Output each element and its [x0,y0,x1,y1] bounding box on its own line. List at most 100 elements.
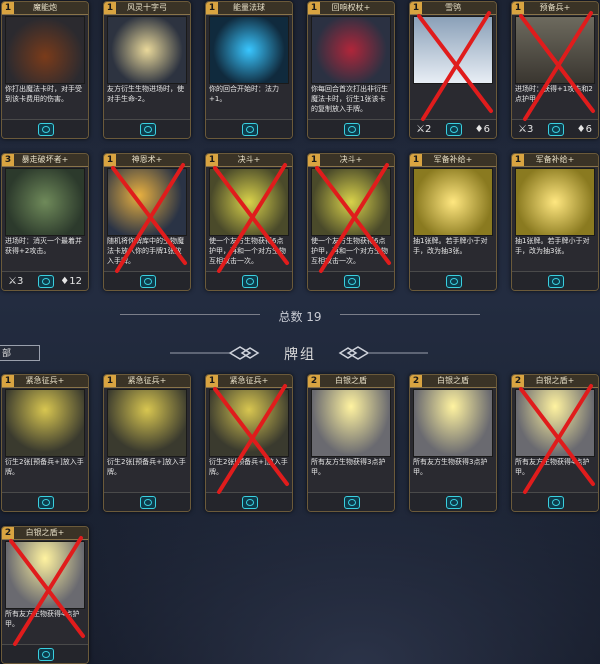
card-art-image [5,168,85,236]
health-stat: ♦12 [60,276,82,287]
card-name: 军备补给+ [410,154,496,167]
attack-stat: ⚔2 [416,124,432,135]
collection-card[interactable]: 回响权杖+ 1 你每回合首次打出非衍生魔法卡时，衍生1张该卡的复制放入手牌。 [307,1,395,139]
card-description: 你的回合开始时：法力+1。 [209,85,279,103]
collection-card[interactable]: 决斗+ 1 使一个友方生物获得6点护甲，再和一个对方生物互相攻击一次。 [205,153,293,291]
card-cost: 2 [512,375,524,387]
collection-card[interactable]: 神恩术+ 1 随机将你牌库中的生物魔法卡放入你的手牌1张放入手牌。 [103,153,191,291]
card-art-image [515,16,595,84]
card-description: 使一个友方生物获得6点护甲，再和一个对方生物互相攻击一次。 [209,237,286,265]
card-cost: 1 [512,2,524,14]
deck-card[interactable]: 白银之盾 2 所有友方生物获得3点护甲。 [409,374,497,512]
card-footer [410,271,496,290]
spell-type-icon [344,496,360,509]
card-description: 你打出魔法卡时，对手受到该卡费用的伤害。 [5,85,82,103]
card-description: 友方衍生生物进场时，使对手生命-2。 [107,85,184,103]
card-name: 回响权杖+ [308,2,394,15]
spell-type-icon [344,275,360,288]
collection-card[interactable]: 能量法球 1 你的回合开始时：法力+1。 [205,1,293,139]
collection-card[interactable]: 决斗+ 1 使一个友方生物获得6点护甲，再和一个对方生物互相攻击一次。 [307,153,395,291]
card-art-image [515,168,595,236]
card-name: 暴走破坏者+ [2,154,88,167]
collection-card[interactable]: 军备补给+ 1 抽1张牌。若手牌小于对手，改为抽3张。 [511,153,599,291]
collection-card[interactable]: 预备兵+ 1 进场时：获得+1攻击和2点护甲。 ⚔3 ♦6 [511,1,599,139]
card-cost: 1 [104,2,116,14]
deck-title: 牌组 [284,347,316,363]
card-cost: 1 [410,154,422,166]
card-footer [2,644,88,663]
card-name: 紧急征兵+ [104,375,190,388]
collection-card[interactable]: 风灵十字弓 1 友方衍生生物进场时，使对手生命-2。 [103,1,191,139]
card-description: 抽1张牌。若手牌小于对手，改为抽3张。 [515,237,590,255]
total-count: 总数 19 [278,310,322,324]
spell-type-icon [140,123,156,136]
card-description: 抽1张牌。若手牌小于对手，改为抽3张。 [413,237,488,255]
card-description: 衍生2张[预备兵+]放入手牌。 [209,458,288,476]
card-name: 紧急征兵+ [2,375,88,388]
card-cost: 1 [206,2,218,14]
card-description: 所有友方生物获得4点护甲。 [515,458,590,476]
collection-card[interactable]: 军备补给+ 1 抽1张牌。若手牌小于对手，改为抽3张。 [409,153,497,291]
card-name: 白银之盾+ [512,375,598,388]
card-name: 雪鸮 [410,2,496,15]
card-cost: 1 [104,375,116,387]
spell-type-icon [242,496,258,509]
card-cost: 2 [410,375,422,387]
card-name: 白银之盾 [410,375,496,388]
card-name: 风灵十字弓 [104,2,190,15]
card-name: 神恩术+ [104,154,190,167]
collection-card[interactable]: 暴走破坏者+ 3 进场时：消灭一个最着并获得+2攻击。 ⚔3 ♦12 [1,153,89,291]
card-art-image [413,168,493,236]
card-footer [308,119,394,138]
card-cost: 1 [206,154,218,166]
card-description: 衍生2张[预备兵+]放入手牌。 [5,458,84,476]
deck-card[interactable]: 紧急征兵+ 1 衍生2张[预备兵+]放入手牌。 [103,374,191,512]
card-art-image [5,16,85,84]
spell-type-icon [140,496,156,509]
spell-type-icon [38,496,54,509]
spell-type-icon [242,123,258,136]
card-footer [410,492,496,511]
card-footer [308,492,394,511]
title-ornament-right [338,346,428,360]
creature-type-icon [548,123,564,136]
card-art-image [209,16,289,84]
card-art-image [107,389,187,457]
spell-type-icon [344,123,360,136]
collection-card[interactable]: 魔能炮 1 你打出魔法卡时，对手受到该卡费用的伤害。 [1,1,89,139]
deck-card[interactable]: 白银之盾+ 2 所有友方生物获得4点护甲。 [511,374,599,512]
card-art-image [209,168,289,236]
card-footer [308,271,394,290]
card-cost: 1 [512,154,524,166]
card-description: 衍生2张[预备兵+]放入手牌。 [107,458,186,476]
card-footer [104,119,190,138]
card-art-image [311,16,391,84]
deck-card[interactable]: 白银之盾+ 2 所有友方生物获得4点护甲。 [1,526,89,664]
card-name: 白银之盾+ [2,527,88,540]
creature-type-icon [446,123,462,136]
spell-type-icon [38,123,54,136]
card-footer [512,492,598,511]
card-description: 所有友方生物获得3点护甲。 [413,458,488,476]
spell-type-icon [548,496,564,509]
card-footer [2,492,88,511]
deck-card[interactable]: 紧急征兵+ 1 衍生2张[预备兵+]放入手牌。 [205,374,293,512]
card-cost: 1 [104,154,116,166]
deck-card[interactable]: 白银之盾 2 所有友方生物获得3点护甲。 [307,374,395,512]
health-stat: ♦6 [474,124,490,135]
card-description: 所有友方生物获得3点护甲。 [311,458,386,476]
card-footer [104,492,190,511]
card-footer: ⚔2 ♦6 [410,119,496,138]
card-cost: 1 [410,2,422,14]
card-name: 能量法球 [206,2,292,15]
card-art-image [107,168,187,236]
card-name: 预备兵+ [512,2,598,15]
creature-type-icon [38,275,54,288]
collection-card[interactable]: 雪鸮 1 ⚔2 ♦6 [409,1,497,139]
card-art-image [515,389,595,457]
card-description: 随机将你牌库中的生物魔法卡放入你的手牌1张放入手牌。 [107,237,184,265]
card-art-image [413,389,493,457]
deck-card[interactable]: 紧急征兵+ 1 衍生2张[预备兵+]放入手牌。 [1,374,89,512]
card-footer [206,271,292,290]
health-stat: ♦6 [576,124,592,135]
